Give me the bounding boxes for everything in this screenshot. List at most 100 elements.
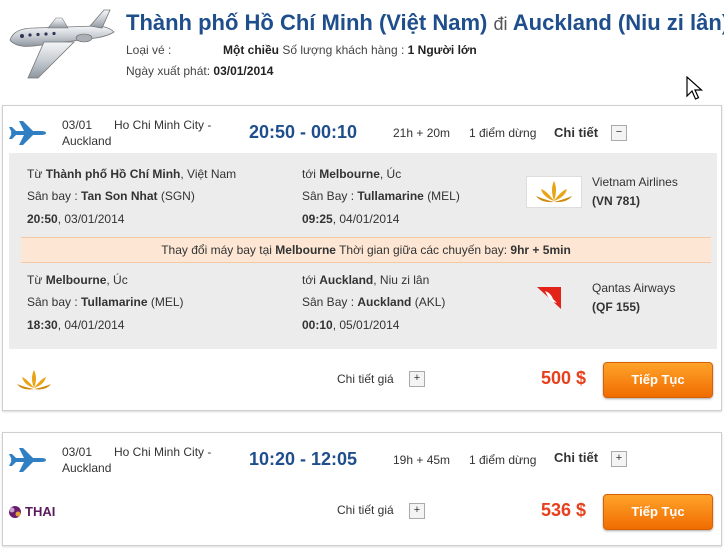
- from-country: , Việt Nam: [180, 167, 237, 181]
- ticket-type-row: Loại vé :: [126, 43, 171, 57]
- to-city: Melbourne: [319, 167, 380, 181]
- passengers-label: Số lượng khách hàng :: [282, 43, 405, 57]
- plane-icon: [9, 447, 47, 473]
- to-code: (AKL): [414, 295, 446, 309]
- segment-to-airport: Sân Bay : Tullamarine (MEL): [302, 189, 460, 203]
- from-airport: Tullamarine: [81, 295, 148, 309]
- flight-detail-panel: Từ Thành phố Hồ Chí Minh, Việt Nam Sân b…: [9, 153, 717, 349]
- segment-airline: Vietnam Airlines: [592, 175, 678, 189]
- header-plane-image: [4, 6, 120, 82]
- to-time: 00:10: [302, 318, 333, 332]
- to-prefix: tới: [302, 167, 316, 181]
- flight-stops: 1 điểm dừng: [469, 126, 537, 140]
- transfer-prefix: Thay đổi máy bay tại: [161, 243, 272, 257]
- expand-detail-button[interactable]: +: [611, 451, 627, 467]
- collapse-detail-button[interactable]: −: [611, 125, 627, 141]
- flight-price: 500 $: [541, 368, 587, 388]
- thai-airways-logo: THAI: [7, 501, 67, 523]
- departure-label: Ngày xuất phát:: [126, 64, 211, 78]
- segment-from-airport: Sân bay : Tan Son Nhat (SGN): [27, 189, 195, 203]
- from-city: Thành phố Hồ Chí Minh: [45, 167, 181, 181]
- from-date: , 04/01/2014: [57, 318, 125, 332]
- to-prefix: tới: [302, 273, 316, 287]
- plane-icon: [9, 120, 47, 146]
- flight-times: 20:50 - 00:10: [249, 122, 358, 142]
- flight-duration: 21h + 20m: [393, 126, 451, 140]
- route-origin: Thành phố Hồ Chí Minh (Việt Nam): [126, 10, 488, 35]
- flight-route-line1: Ho Chi Minh City -: [114, 118, 212, 132]
- from-city: Melbourne: [45, 273, 107, 287]
- from-time: 18:30: [27, 318, 58, 332]
- from-time: 20:50: [27, 212, 58, 226]
- from-date: , 03/01/2014: [57, 212, 125, 226]
- flight-stops: 1 điểm dừng: [469, 453, 537, 467]
- airport-label: Sân Bay :: [302, 189, 355, 203]
- segment-airline: Qantas Airways: [592, 281, 676, 295]
- flight-date: 03/01: [62, 445, 93, 459]
- flight-detail-link[interactable]: Chi tiết: [554, 125, 598, 140]
- transfer-middle: Thời gian giữa các chuyến bay:: [339, 243, 508, 257]
- flight-result-card: 03/01 Ho Chi Minh City - Auckland 10:20 …: [2, 432, 722, 546]
- from-prefix: Từ: [27, 273, 43, 287]
- ticket-type-value: Một chiều: [223, 43, 279, 57]
- segment-to: tới Melbourne, Úc: [302, 167, 401, 181]
- segment-flight-no: (VN 781): [592, 194, 641, 208]
- to-date: , 05/01/2014: [332, 318, 400, 332]
- to-country: , Úc: [379, 167, 402, 181]
- route-connector: đi: [493, 14, 508, 34]
- to-time: 09:25: [302, 212, 333, 226]
- airport-label: Sân bay :: [27, 295, 78, 309]
- departure-value: 03/01/2014: [213, 64, 274, 78]
- segment-flight-no: (QF 155): [592, 300, 641, 314]
- departure-row: Ngày xuất phát: 03/01/2014: [126, 64, 273, 78]
- segment-to-datetime: 00:10, 05/01/2014: [302, 318, 399, 332]
- ticket-type-label: Loại vé :: [126, 43, 172, 57]
- segment-to-datetime: 09:25, 04/01/2014: [302, 212, 399, 226]
- price-detail-label[interactable]: Chi tiết giá: [337, 372, 394, 386]
- segment-from: Từ Thành phố Hồ Chí Minh, Việt Nam: [27, 167, 236, 181]
- continue-button[interactable]: Tiếp Tục: [603, 494, 713, 530]
- qantas-logo: [535, 283, 563, 311]
- flight-result-card: 03/01 Ho Chi Minh City - Auckland 20:50 …: [2, 105, 722, 411]
- ticket-type-value-row: Một chiều Số lượng khách hàng : 1 Người …: [223, 43, 477, 57]
- flight-duration: 19h + 45m: [393, 453, 451, 467]
- mouse-cursor-icon: [686, 75, 704, 102]
- flight-price: 536 $: [541, 500, 587, 520]
- price-detail-label[interactable]: Chi tiết giá: [337, 503, 394, 517]
- from-country: , Úc: [106, 273, 128, 287]
- flight-route-line2: Auckland: [62, 134, 112, 148]
- flight-times: 10:20 - 12:05: [249, 449, 358, 469]
- from-code: (MEL): [150, 295, 184, 309]
- segment-from-airport: Sân bay : Tullamarine (MEL): [27, 295, 184, 309]
- segment-to-airport: Sân Bay : Auckland (AKL): [302, 295, 445, 309]
- expand-price-detail-button[interactable]: +: [409, 371, 425, 387]
- to-airport: Tullamarine: [357, 189, 424, 203]
- to-airport: Auckland: [357, 295, 412, 309]
- flight-detail-link[interactable]: Chi tiết: [554, 450, 598, 465]
- to-date: , 04/01/2014: [332, 212, 400, 226]
- flight-route-line1: Ho Chi Minh City -: [114, 445, 212, 459]
- airport-label: Sân bay :: [27, 189, 78, 203]
- to-city: Auckland: [319, 273, 374, 287]
- segment-to: tới Auckland, Niu zi lân: [302, 273, 429, 287]
- passengers-value: 1 Người lớn: [407, 43, 477, 57]
- airport-label: Sân Bay :: [302, 295, 355, 309]
- to-country: , Niu zi lân: [373, 273, 430, 287]
- from-prefix: Từ: [27, 167, 43, 181]
- segment-from-datetime: 18:30, 04/01/2014: [27, 318, 124, 332]
- transfer-city: Melbourne: [275, 243, 336, 257]
- route-destination: Auckland (Niu zi lân): [512, 10, 724, 35]
- thai-logo-text: THAI: [25, 504, 56, 519]
- segment-from: Từ Melbourne, Úc: [27, 273, 128, 287]
- vietnam-airlines-small-logo: [13, 368, 55, 394]
- route-title: Thành phố Hồ Chí Minh (Việt Nam) đi Auck…: [126, 10, 724, 36]
- transfer-duration: 9hr + 5min: [510, 243, 571, 257]
- segment-from-datetime: 20:50, 03/01/2014: [27, 212, 124, 226]
- from-airport: Tan Son Nhat: [81, 189, 158, 203]
- continue-button[interactable]: Tiếp Tục: [603, 362, 713, 398]
- transfer-info-bar: Thay đổi máy bay tại Melbourne Thời gian…: [21, 237, 711, 263]
- flight-route-line2: Auckland: [62, 461, 112, 475]
- from-code: (SGN): [160, 189, 195, 203]
- vietnam-airlines-logo: [526, 176, 582, 208]
- expand-price-detail-button[interactable]: +: [409, 503, 425, 519]
